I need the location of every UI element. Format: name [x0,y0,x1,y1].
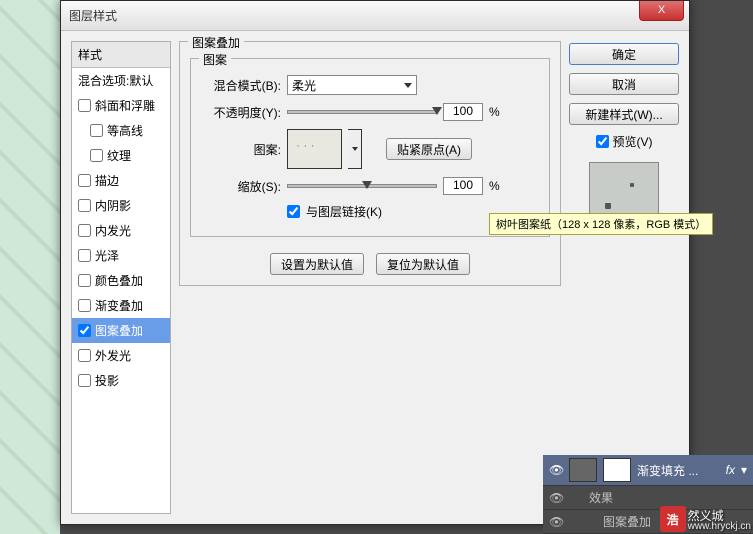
style-drop-shadow[interactable]: 投影 [72,368,170,393]
opacity-label: 不透明度(Y): [201,104,281,121]
styles-header: 样式 [72,42,170,68]
style-inner-shadow[interactable]: 内阴影 [72,193,170,218]
layer-style-dialog: 图层样式 X 样式 混合选项:默认 斜面和浮雕 等高线 纹理 描边 内阴影 内发… [60,0,690,525]
layer-row-active[interactable]: 👁 渐变填充 ... fx ▾ [543,455,753,486]
style-bevel[interactable]: 斜面和浮雕 [72,93,170,118]
gradient-overlay-checkbox[interactable] [78,299,91,312]
reset-default-button[interactable]: 复位为默认值 [376,253,470,275]
close-button[interactable]: X [639,1,684,21]
layer-thumb[interactable] [569,458,597,482]
watermark: 浩 然义城 www.hryckj.cn [660,506,751,532]
style-color-overlay[interactable]: 颜色叠加 [72,268,170,293]
blend-mode-combo[interactable]: 柔光 [287,75,417,95]
blend-options-item[interactable]: 混合选项:默认 [72,68,170,93]
style-satin[interactable]: 光泽 [72,243,170,268]
inner-shadow-checkbox[interactable] [78,199,91,212]
dialog-title: 图层样式 [69,7,117,24]
drop-shadow-checkbox[interactable] [78,374,91,387]
scale-slider[interactable] [287,184,437,188]
opacity-input[interactable]: 100 [443,103,483,121]
style-gradient-overlay[interactable]: 渐变叠加 [72,293,170,318]
effect-label: 图案叠加 [569,513,651,530]
visibility-icon[interactable]: 👁 [549,515,563,529]
make-default-button[interactable]: 设置为默认值 [270,253,364,275]
watermark-badge: 浩 [660,506,686,532]
link-layer-label: 与图层链接(K) [306,203,382,220]
bevel-checkbox[interactable] [78,99,91,112]
new-style-button[interactable]: 新建样式(W)... [569,103,679,125]
satin-checkbox[interactable] [78,249,91,262]
stroke-checkbox[interactable] [78,174,91,187]
style-inner-glow[interactable]: 内发光 [72,218,170,243]
style-pattern-overlay[interactable]: 图案叠加 [72,318,170,343]
fx-badge[interactable]: fx [726,463,735,477]
chevron-down-icon[interactable]: ▾ [741,463,747,477]
subgroup-title: 图案 [199,51,231,68]
right-panel: 确定 取消 新建样式(W)... 预览(V) [569,41,679,514]
scale-label: 缩放(S): [201,178,281,195]
snap-origin-button[interactable]: 贴紧原点(A) [386,138,472,160]
outer-glow-checkbox[interactable] [78,349,91,362]
pattern-label: 图案: [201,141,281,158]
ok-button[interactable]: 确定 [569,43,679,65]
slider-thumb-icon[interactable] [432,107,442,115]
chevron-down-icon [404,83,412,88]
contour-checkbox[interactable] [90,124,103,137]
visibility-icon[interactable]: 👁 [549,491,563,505]
preview-checkbox[interactable] [596,135,609,148]
color-overlay-checkbox[interactable] [78,274,91,287]
background-pattern [0,0,60,534]
group-title: 图案叠加 [188,34,244,51]
cancel-button[interactable]: 取消 [569,73,679,95]
slider-thumb-icon[interactable] [362,181,372,189]
scale-input[interactable]: 100 [443,177,483,195]
style-texture[interactable]: 纹理 [72,143,170,168]
style-contour[interactable]: 等高线 [72,118,170,143]
blend-mode-label: 混合模式(B): [201,77,281,94]
chevron-down-icon [352,147,358,151]
effects-label: 效果 [569,489,613,506]
preview-label: 预览(V) [613,133,653,150]
link-layer-checkbox[interactable] [287,205,300,218]
layer-name: 渐变填充 ... [637,462,698,479]
texture-checkbox[interactable] [90,149,103,162]
center-panel: 图案叠加 图案 混合模式(B): 柔光 不透明度(Y): 100 [179,41,561,514]
layer-mask-thumb[interactable] [603,458,631,482]
inner-glow-checkbox[interactable] [78,224,91,237]
titlebar[interactable]: 图层样式 X [61,1,689,31]
styles-list: 样式 混合选项:默认 斜面和浮雕 等高线 纹理 描边 内阴影 内发光 光泽 颜色… [71,41,171,514]
style-stroke[interactable]: 描边 [72,168,170,193]
watermark-url: www.hryckj.cn [688,522,751,532]
pattern-tooltip: 树叶图案纸（128 x 128 像素，RGB 模式） [489,213,713,235]
pattern-overlay-checkbox[interactable] [78,324,91,337]
pattern-dropdown[interactable] [348,129,362,169]
visibility-icon[interactable]: 👁 [549,463,563,477]
opacity-slider[interactable] [287,110,437,114]
pattern-swatch[interactable] [287,129,342,169]
style-outer-glow[interactable]: 外发光 [72,343,170,368]
